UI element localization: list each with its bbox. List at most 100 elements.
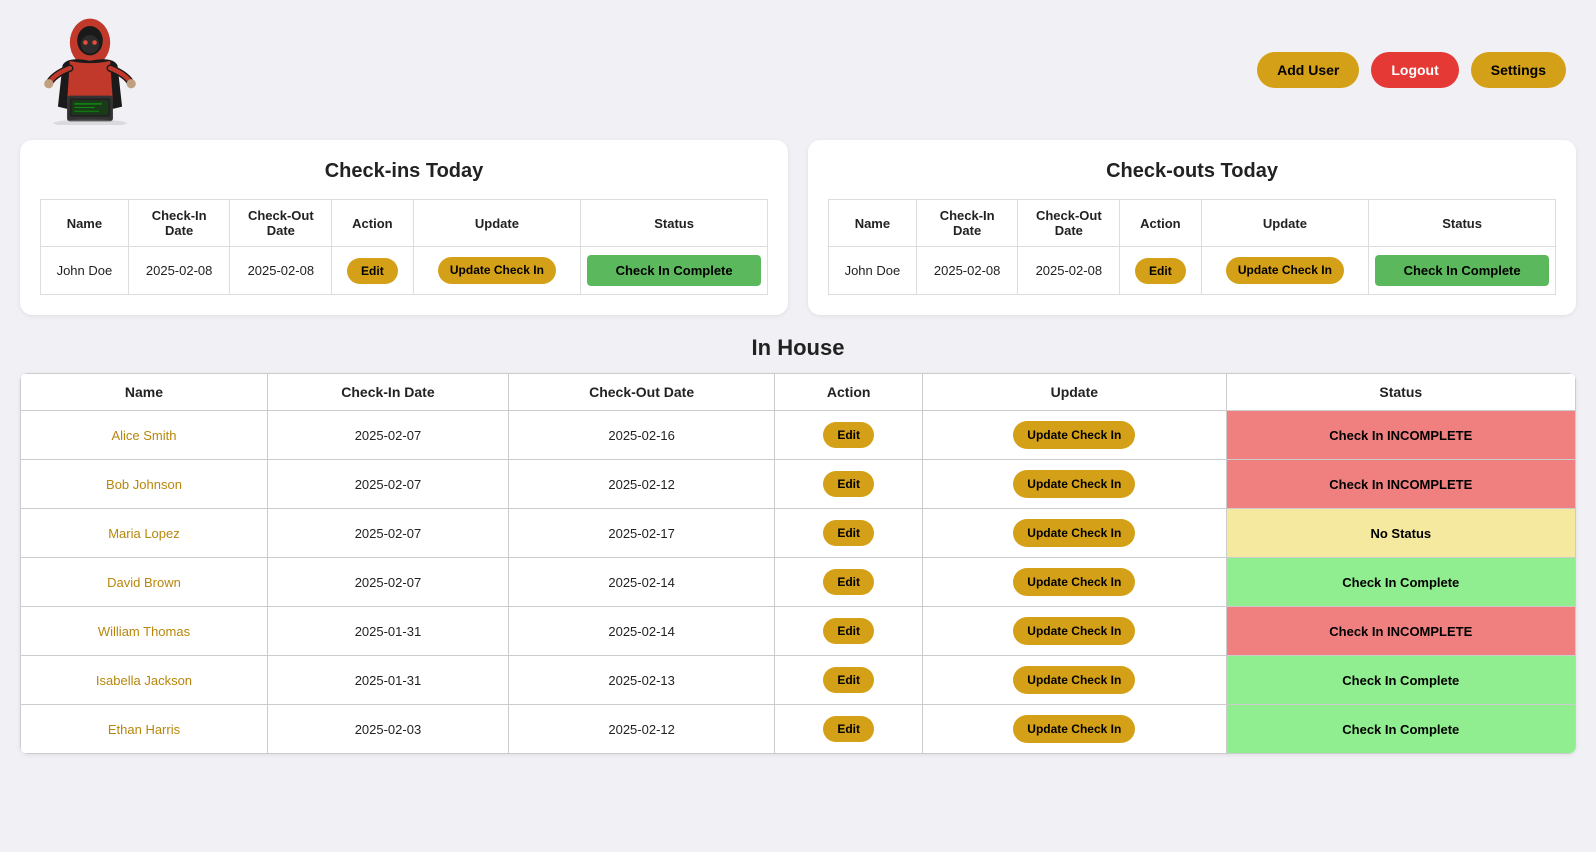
logout-button[interactable]: Logout bbox=[1371, 52, 1458, 88]
edit-button[interactable]: Edit bbox=[823, 569, 874, 595]
table-row: Ethan Harris 2025-02-03 2025-02-12 Edit … bbox=[21, 705, 1576, 754]
update-check-in-button[interactable]: Update Check In bbox=[1013, 470, 1135, 498]
cell-status: Check In INCOMPLETE bbox=[1226, 411, 1575, 460]
edit-button[interactable]: Edit bbox=[823, 618, 874, 644]
cell-checkout: 2025-02-14 bbox=[508, 558, 774, 607]
in-house-table: Name Check-In Date Check-Out Date Action… bbox=[20, 373, 1576, 754]
update-check-button[interactable]: Update Check In bbox=[438, 257, 556, 285]
update-check-in-button[interactable]: Update Check In bbox=[1013, 421, 1135, 449]
status-badge: Check In Complete bbox=[587, 255, 761, 286]
top-panels: Check-ins Today Name Check-InDate Check-… bbox=[0, 140, 1596, 335]
cell-name: Maria Lopez bbox=[21, 509, 268, 558]
cell-action: Edit bbox=[775, 607, 923, 656]
update-check-in-button[interactable]: Update Check In bbox=[1013, 666, 1135, 694]
cell-name: William Thomas bbox=[21, 607, 268, 656]
col-checkout-date: Check-OutDate bbox=[1018, 200, 1120, 247]
col-checkout-date: Check-Out Date bbox=[508, 374, 774, 411]
cell-checkin: 2025-02-07 bbox=[267, 558, 508, 607]
col-action: Action bbox=[1120, 200, 1201, 247]
cell-update: Update Check In bbox=[923, 607, 1227, 656]
checkouts-today-title: Check-outs Today bbox=[828, 160, 1556, 183]
in-house-title: In House bbox=[20, 335, 1576, 361]
cell-name: Alice Smith bbox=[21, 411, 268, 460]
cell-action: Edit bbox=[775, 656, 923, 705]
edit-button[interactable]: Edit bbox=[823, 422, 874, 448]
edit-button[interactable]: Edit bbox=[823, 471, 874, 497]
col-status: Status bbox=[581, 200, 768, 247]
status-badge: Check In INCOMPLETE bbox=[1329, 624, 1472, 639]
cell-update: Update Check In bbox=[923, 460, 1227, 509]
cell-checkout: 2025-02-12 bbox=[508, 460, 774, 509]
table-row: William Thomas 2025-01-31 2025-02-14 Edi… bbox=[21, 607, 1576, 656]
col-update: Update bbox=[923, 374, 1227, 411]
col-name: Name bbox=[41, 200, 129, 247]
col-name: Name bbox=[21, 374, 268, 411]
col-action: Action bbox=[332, 200, 413, 247]
cell-update: Update Check In bbox=[1201, 247, 1369, 295]
status-badge: Check In Complete bbox=[1375, 255, 1549, 286]
table-row: Maria Lopez 2025-02-07 2025-02-17 Edit U… bbox=[21, 509, 1576, 558]
cell-name: Isabella Jackson bbox=[21, 656, 268, 705]
checkouts-today-table: Name Check-InDate Check-OutDate Action U… bbox=[828, 199, 1556, 295]
settings-button[interactable]: Settings bbox=[1471, 52, 1566, 88]
status-badge: Check In Complete bbox=[1342, 575, 1459, 590]
cell-checkin: 2025-02-08 bbox=[128, 247, 230, 295]
cell-checkout: 2025-02-08 bbox=[230, 247, 332, 295]
cell-checkout: 2025-02-08 bbox=[1018, 247, 1120, 295]
cell-status: Check In Complete bbox=[1226, 705, 1575, 754]
cell-checkout: 2025-02-17 bbox=[508, 509, 774, 558]
checkouts-header-row: Name Check-InDate Check-OutDate Action U… bbox=[829, 200, 1556, 247]
checkins-today-table: Name Check-InDate Check-OutDate Action U… bbox=[40, 199, 768, 295]
cell-status: Check In Complete bbox=[1226, 558, 1575, 607]
status-badge: Check In INCOMPLETE bbox=[1329, 477, 1472, 492]
edit-button[interactable]: Edit bbox=[823, 716, 874, 742]
update-check-in-button[interactable]: Update Check In bbox=[1013, 617, 1135, 645]
edit-button[interactable]: Edit bbox=[823, 520, 874, 546]
cell-checkin: 2025-01-31 bbox=[267, 656, 508, 705]
cell-name: Bob Johnson bbox=[21, 460, 268, 509]
cell-checkin: 2025-02-07 bbox=[267, 460, 508, 509]
checkins-today-panel: Check-ins Today Name Check-InDate Check-… bbox=[20, 140, 788, 315]
cell-name: John Doe bbox=[41, 247, 129, 295]
cell-name: David Brown bbox=[21, 558, 268, 607]
cell-status: Check In Complete bbox=[581, 247, 768, 295]
col-update: Update bbox=[1201, 200, 1369, 247]
add-user-button[interactable]: Add User bbox=[1257, 52, 1359, 88]
cell-status: Check In INCOMPLETE bbox=[1226, 460, 1575, 509]
update-check-in-button[interactable]: Update Check In bbox=[1013, 568, 1135, 596]
cell-update: Update Check In bbox=[413, 247, 581, 295]
cell-checkout: 2025-02-14 bbox=[508, 607, 774, 656]
table-row: David Brown 2025-02-07 2025-02-14 Edit U… bbox=[21, 558, 1576, 607]
cell-action: Edit bbox=[775, 558, 923, 607]
checkouts-today-panel: Check-outs Today Name Check-InDate Check… bbox=[808, 140, 1576, 315]
table-row: Bob Johnson 2025-02-07 2025-02-12 Edit U… bbox=[21, 460, 1576, 509]
update-check-button[interactable]: Update Check In bbox=[1226, 257, 1344, 285]
edit-button[interactable]: Edit bbox=[823, 667, 874, 693]
table-row: John Doe 2025-02-08 2025-02-08 Edit Upda… bbox=[41, 247, 768, 295]
in-house-section: In House Name Check-In Date Check-Out Da… bbox=[0, 335, 1596, 774]
col-status: Status bbox=[1226, 374, 1575, 411]
status-badge: No Status bbox=[1370, 526, 1431, 541]
table-row: Alice Smith 2025-02-07 2025-02-16 Edit U… bbox=[21, 411, 1576, 460]
cell-checkin: 2025-02-07 bbox=[267, 509, 508, 558]
status-badge: Check In Complete bbox=[1342, 722, 1459, 737]
status-badge: Check In INCOMPLETE bbox=[1329, 428, 1472, 443]
cell-update: Update Check In bbox=[923, 558, 1227, 607]
cell-action: Edit bbox=[1120, 247, 1201, 295]
update-check-in-button[interactable]: Update Check In bbox=[1013, 519, 1135, 547]
edit-button[interactable]: Edit bbox=[1135, 258, 1186, 284]
update-check-in-button[interactable]: Update Check In bbox=[1013, 715, 1135, 743]
table-row: John Doe 2025-02-08 2025-02-08 Edit Upda… bbox=[829, 247, 1556, 295]
cell-action: Edit bbox=[775, 509, 923, 558]
status-badge: Check In Complete bbox=[1342, 673, 1459, 688]
cell-checkin: 2025-02-03 bbox=[267, 705, 508, 754]
col-update: Update bbox=[413, 200, 581, 247]
cell-status: Check In Complete bbox=[1226, 656, 1575, 705]
cell-action: Edit bbox=[775, 705, 923, 754]
cell-update: Update Check In bbox=[923, 656, 1227, 705]
cell-checkin: 2025-01-31 bbox=[267, 607, 508, 656]
col-checkout-date: Check-OutDate bbox=[230, 200, 332, 247]
edit-button[interactable]: Edit bbox=[347, 258, 398, 284]
col-checkin-date: Check-In Date bbox=[267, 374, 508, 411]
col-action: Action bbox=[775, 374, 923, 411]
